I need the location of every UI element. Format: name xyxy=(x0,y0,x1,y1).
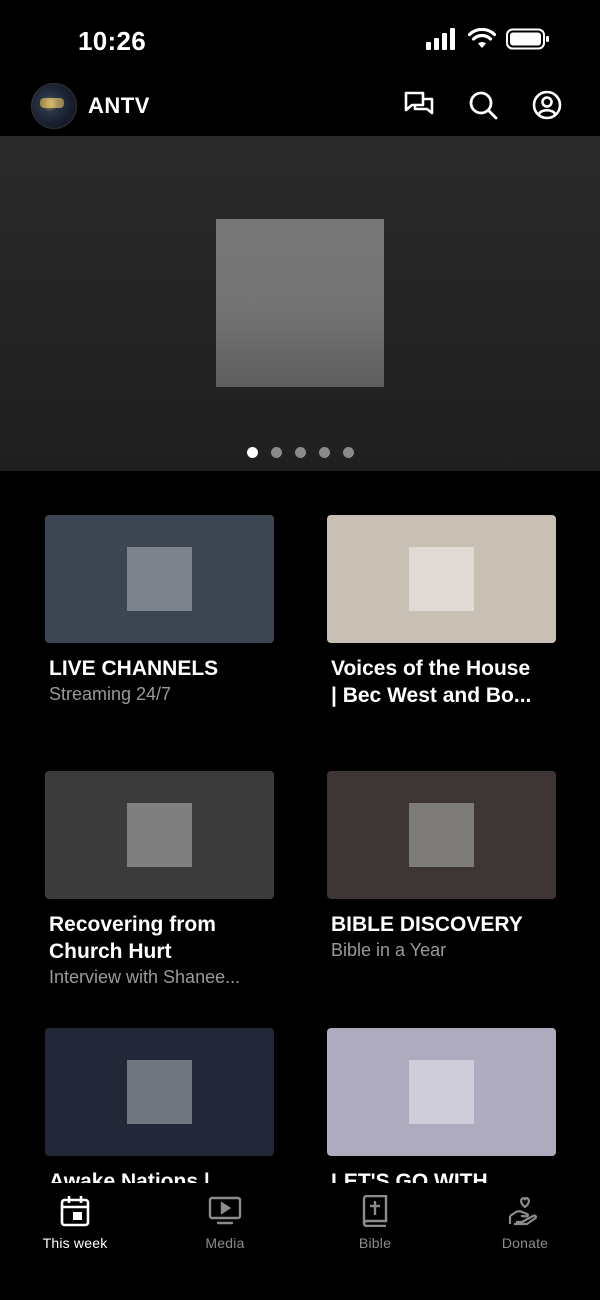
card-title: Awake Nations | xyxy=(49,1170,210,1183)
tab-bar: This week Media Bible Donate xyxy=(0,1183,600,1300)
cellular-signal-icon xyxy=(426,28,455,50)
card-subtitle: Interview with Shanee... xyxy=(49,967,241,987)
carousel-dots xyxy=(0,447,600,458)
card-title: Voices of the House xyxy=(331,657,531,680)
thumbnail-placeholder xyxy=(127,547,192,611)
battery-icon xyxy=(506,28,549,50)
card-title: Recovering from xyxy=(49,913,216,936)
chat-button[interactable] xyxy=(402,88,436,122)
thumbnail-placeholder xyxy=(409,803,474,867)
bible-icon xyxy=(362,1195,388,1227)
card-thumbnail[interactable] xyxy=(45,771,274,899)
wifi-icon xyxy=(468,28,496,48)
content-card[interactable]: LIVE CHANNELS Streaming 24/7 xyxy=(45,515,274,706)
account-button[interactable] xyxy=(530,88,564,122)
calendar-icon xyxy=(60,1196,90,1227)
status-icons xyxy=(426,28,550,50)
card-title: LET'S GO WITH xyxy=(331,1170,488,1183)
card-title: LIVE CHANNELS xyxy=(49,657,219,680)
thumbnail-placeholder xyxy=(409,1060,474,1124)
chat-icon xyxy=(404,91,434,115)
card-thumbnail[interactable] xyxy=(327,1028,556,1156)
card-title-line2: | Bec West and Bo... xyxy=(331,684,532,707)
card-title-line2: Church Hurt xyxy=(49,940,172,963)
tab-bible[interactable]: Bible xyxy=(300,1193,450,1251)
tab-label: This week xyxy=(42,1235,108,1251)
tv-play-icon xyxy=(208,1196,242,1225)
tab-label: Media xyxy=(205,1235,245,1251)
search-button[interactable] xyxy=(466,88,500,122)
header-actions xyxy=(402,88,564,122)
account-icon xyxy=(532,90,562,120)
status-time: 10:26 xyxy=(78,26,146,56)
app-header: ANTV xyxy=(0,80,600,136)
carousel-dot[interactable] xyxy=(270,447,282,458)
content-card[interactable]: LET'S GO WITH xyxy=(327,1028,556,1183)
thumbnail-placeholder xyxy=(409,547,474,611)
donate-heart-hand-icon xyxy=(508,1197,538,1226)
card-thumbnail[interactable] xyxy=(45,1028,274,1156)
carousel-dot[interactable] xyxy=(318,447,330,458)
channel-avatar[interactable] xyxy=(31,83,77,129)
card-subtitle: Streaming 24/7 xyxy=(49,684,172,704)
tab-donate[interactable]: Donate xyxy=(450,1193,600,1251)
tab-media[interactable]: Media xyxy=(150,1193,300,1251)
tab-label: Bible xyxy=(358,1235,392,1251)
carousel-dot[interactable] xyxy=(342,447,354,458)
search-icon xyxy=(469,91,498,120)
card-title: BIBLE DISCOVERY xyxy=(331,913,523,936)
hero-image[interactable] xyxy=(216,219,384,387)
content-card[interactable]: BIBLE DISCOVERY Bible in a Year xyxy=(327,771,556,962)
carousel-dot[interactable] xyxy=(294,447,306,458)
content-card[interactable]: Voices of the House | Bec West and Bo... xyxy=(327,515,556,709)
thumbnail-placeholder xyxy=(127,803,192,867)
content-card[interactable]: Awake Nations | xyxy=(45,1028,274,1183)
status-bar: 10:26 xyxy=(0,0,600,80)
tab-this-week[interactable]: This week xyxy=(0,1193,150,1251)
content-card[interactable]: Recovering from Church Hurt Interview with… xyxy=(45,771,274,989)
tab-label: Donate xyxy=(501,1235,549,1251)
carousel-dot[interactable] xyxy=(246,447,258,458)
app-title: ANTV xyxy=(88,93,150,118)
hero-carousel[interactable] xyxy=(0,136,600,471)
card-subtitle: Bible in a Year xyxy=(331,940,447,960)
card-thumbnail[interactable] xyxy=(327,771,556,899)
card-thumbnail[interactable] xyxy=(45,515,274,643)
card-thumbnail[interactable] xyxy=(327,515,556,643)
thumbnail-placeholder xyxy=(127,1060,192,1124)
content-grid: LIVE CHANNELS Streaming 24/7 Voices of the… xyxy=(0,471,600,1183)
